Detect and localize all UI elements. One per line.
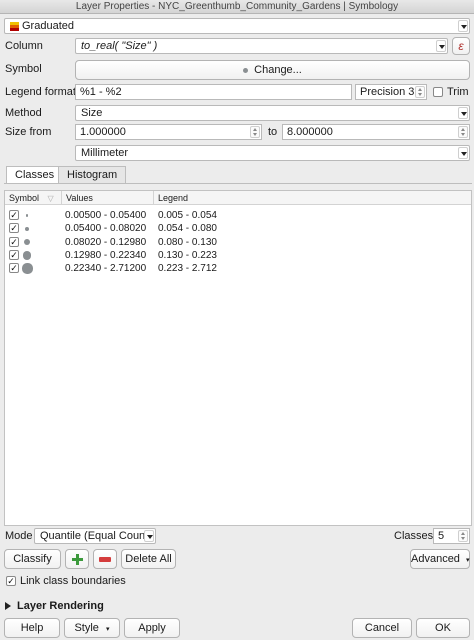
change-symbol-label: Change... (254, 64, 302, 76)
class-values-cell[interactable]: 0.08020 - 0.12980 (65, 236, 146, 249)
class-values-cell[interactable]: 0.00500 - 0.05400 (65, 209, 146, 222)
tab-classes[interactable]: Classes (6, 166, 64, 183)
spinner-arrows-icon[interactable] (415, 86, 425, 98)
mode-label: Mode (5, 530, 33, 542)
classes-count-label: Classes (394, 530, 434, 542)
tab-histogram[interactable]: Histogram (58, 166, 127, 183)
ok-button[interactable]: OK (416, 618, 470, 638)
column-header-legend[interactable]: Legend (154, 191, 473, 205)
size-from-value: 1.000000 (80, 126, 126, 138)
class-values-cell[interactable]: 0.05400 - 0.08020 (65, 222, 146, 235)
mode-value: Quantile (Equal Count) (40, 530, 152, 542)
window-title: Layer Properties - NYC_Greenthumb_Commun… (0, 0, 474, 14)
class-visibility-checkbox[interactable]: ✓ (9, 210, 19, 220)
table-row[interactable]: ✓ 0.08020 - 0.12980 0.080 - 0.130 (5, 236, 471, 249)
minus-icon (99, 556, 111, 562)
classes-count-spinbox[interactable]: 5 (433, 528, 470, 544)
class-symbol-icon[interactable] (23, 238, 31, 246)
mode-select[interactable]: Quantile (Equal Count) (34, 528, 156, 544)
class-symbol-icon[interactable] (24, 226, 30, 232)
precision-value: Precision 3 (360, 86, 415, 98)
chevron-down-icon[interactable] (436, 40, 446, 52)
spinner-arrows-icon[interactable] (250, 126, 260, 138)
unit-select[interactable]: Millimeter (75, 145, 470, 161)
class-symbol-icon[interactable] (22, 250, 32, 260)
link-boundaries-checkbox[interactable]: ✓ (6, 576, 16, 586)
classes-count-value: 5 (438, 530, 445, 542)
size-from-spinbox[interactable]: 1.000000 (75, 124, 262, 140)
size-to-spinbox[interactable]: 8.000000 (282, 124, 470, 140)
size-to-value: 8.000000 (287, 126, 333, 138)
column-label: Column (5, 40, 43, 52)
plus-icon (71, 553, 83, 565)
expression-button[interactable]: ε (452, 37, 470, 55)
legend-format-input[interactable]: %1 - %2 (75, 84, 352, 100)
class-symbol-icon[interactable] (25, 214, 29, 217)
graduated-renderer-icon (10, 21, 19, 31)
chevron-down-icon[interactable] (458, 20, 468, 32)
class-legend-cell[interactable]: 0.130 - 0.223 (158, 249, 217, 262)
class-legend-cell[interactable]: 0.054 - 0.080 (158, 222, 217, 235)
renderer-value: Graduated (22, 20, 74, 32)
legend-format-label: Legend format (5, 86, 76, 98)
delete-all-button[interactable]: Delete All (121, 549, 176, 569)
size-from-label: Size from (5, 126, 52, 138)
column-header-values[interactable]: Values (62, 191, 154, 205)
class-visibility-checkbox[interactable]: ✓ (9, 236, 19, 247)
table-row[interactable]: ✓ 0.05400 - 0.08020 0.054 - 0.080 (5, 222, 471, 235)
method-label: Method (5, 107, 42, 119)
symbol-label: Symbol (5, 63, 42, 75)
style-menu-button[interactable]: Style ▾ (64, 618, 120, 638)
table-row[interactable]: ✓ 0.00500 - 0.05400 0.005 - 0.054 (5, 209, 471, 222)
chevron-down-icon[interactable] (144, 530, 154, 542)
unit-value: Millimeter (81, 147, 129, 159)
precision-spinbox[interactable]: Precision 3 (355, 84, 427, 100)
apply-button[interactable]: Apply (124, 618, 180, 638)
column-select[interactable]: to_real( "Size" ) (75, 38, 448, 54)
symbol-preview-icon (243, 67, 249, 73)
classes-table[interactable]: Symbol ▽ Values Legend ✓ 0.00500 - 0.0540… (4, 190, 472, 526)
cancel-button[interactable]: Cancel (352, 618, 412, 638)
link-boundaries-label: Link class boundaries (20, 575, 126, 587)
trim-checkbox[interactable] (433, 87, 443, 97)
help-button[interactable]: Help (4, 618, 60, 638)
layer-rendering-toggle[interactable]: Layer Rendering (5, 598, 104, 614)
tab-divider (4, 183, 472, 184)
classify-button[interactable]: Classify (4, 549, 61, 569)
class-legend-cell[interactable]: 0.080 - 0.130 (158, 236, 217, 249)
class-symbol-icon[interactable] (21, 263, 33, 275)
class-visibility-checkbox[interactable]: ✓ (9, 249, 19, 260)
spinner-arrows-icon[interactable] (458, 530, 468, 542)
trim-label: Trim (447, 86, 469, 98)
spinner-arrows-icon[interactable] (458, 126, 468, 138)
table-row[interactable]: ✓ 0.12980 - 0.22340 0.130 - 0.223 (5, 249, 471, 262)
class-legend-cell[interactable]: 0.005 - 0.054 (158, 209, 217, 222)
column-value: to_real( "Size" ) (81, 40, 158, 52)
sort-icon: ▽ (47, 194, 54, 203)
layer-rendering-label: Layer Rendering (17, 600, 104, 612)
class-values-cell[interactable]: 0.12980 - 0.22340 (65, 249, 146, 262)
class-visibility-checkbox[interactable]: ✓ (9, 223, 19, 234)
table-row[interactable]: ✓ 0.22340 - 2.71200 0.223 - 2.712 (5, 262, 471, 275)
advanced-menu-button[interactable]: Advanced ▾ (410, 549, 470, 569)
chevron-down-icon[interactable] (458, 107, 468, 119)
method-value: Size (81, 107, 103, 119)
class-values-cell[interactable]: 0.22340 - 2.71200 (65, 262, 146, 275)
renderer-select[interactable]: Graduated (4, 18, 470, 34)
method-select[interactable]: Size (75, 105, 470, 121)
remove-class-button[interactable] (93, 549, 117, 569)
chevron-down-icon: ▾ (106, 626, 110, 633)
change-symbol-button[interactable]: Change... (75, 60, 470, 80)
class-visibility-checkbox[interactable]: ✓ (9, 263, 19, 274)
size-to-label: to (268, 126, 278, 138)
disclosure-triangle-icon (5, 602, 11, 611)
class-legend-cell[interactable]: 0.223 - 2.712 (158, 262, 217, 275)
add-class-button[interactable] (65, 549, 89, 569)
chevron-down-icon: ▾ (466, 557, 470, 564)
table-header: Symbol ▽ Values Legend (5, 191, 471, 205)
chevron-down-icon[interactable] (458, 147, 468, 159)
column-header-symbol[interactable]: Symbol ▽ (5, 191, 62, 205)
